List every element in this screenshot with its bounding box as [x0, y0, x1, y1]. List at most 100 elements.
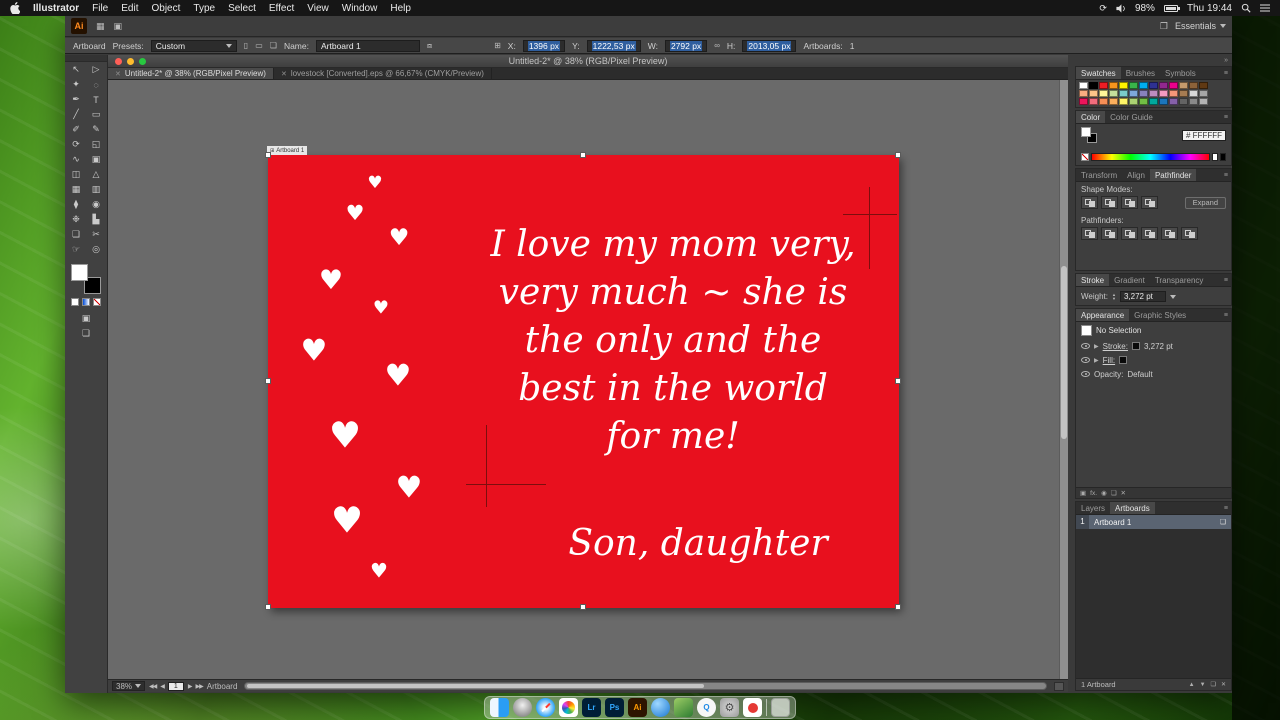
vertical-scrollbar[interactable]	[1059, 80, 1068, 679]
menu-view[interactable]: View	[307, 3, 329, 14]
dock-green-app-icon[interactable]	[674, 698, 693, 717]
weight-field[interactable]: 3,272 pt	[1119, 291, 1166, 302]
artboard-number-field[interactable]: 1	[167, 681, 184, 691]
tab-brushes[interactable]: Brushes	[1121, 67, 1160, 79]
perspective-grid-tool[interactable]: △	[86, 167, 106, 182]
vertical-scrollbar-thumb[interactable]	[1061, 265, 1067, 440]
stroke-color-swatch[interactable]	[1131, 342, 1140, 350]
weight-stepper[interactable]: ▲ ▼	[1112, 292, 1116, 301]
first-artboard-button[interactable]: ◀◀	[149, 683, 157, 690]
color-swatch[interactable]	[1159, 82, 1168, 89]
menu-file[interactable]: File	[92, 3, 108, 14]
tab-pathfinder[interactable]: Pathfinder	[1149, 169, 1197, 181]
volume-icon[interactable]	[1116, 3, 1126, 13]
color-swatch[interactable]	[1119, 98, 1128, 105]
color-swatch[interactable]	[1109, 98, 1118, 105]
blend-tool[interactable]: ◉	[86, 197, 106, 212]
panel-menu-icon[interactable]: ≡	[1221, 67, 1231, 79]
dock-launchpad-icon[interactable]	[513, 698, 532, 717]
last-artboard-button[interactable]: ▶▶	[196, 683, 204, 690]
artboard-tool[interactable]: ❏	[66, 227, 86, 242]
intersect-button[interactable]	[1121, 196, 1138, 209]
selection-handle[interactable]	[895, 152, 901, 158]
chevron-down-icon[interactable]	[1169, 294, 1176, 299]
menu-clock[interactable]: Thu 19:44	[1187, 3, 1232, 14]
document-tab-untitled[interactable]: ✕ Untitled-2* @ 38% (RGB/Pixel Preview)	[108, 68, 274, 79]
color-swatch[interactable]	[1089, 90, 1098, 97]
tab-transform[interactable]: Transform	[1076, 169, 1122, 181]
minus-front-button[interactable]	[1101, 196, 1118, 209]
tab-transparency[interactable]: Transparency	[1150, 274, 1209, 286]
document-tab-lovestock[interactable]: ✕ lovestock [Converted].eps @ 66,67% (CM…	[274, 68, 492, 79]
tab-layers[interactable]: Layers	[1076, 502, 1110, 514]
tab-stroke[interactable]: Stroke	[1076, 274, 1110, 286]
paintbrush-tool[interactable]: ✐	[66, 122, 86, 137]
color-swatch[interactable]	[1189, 98, 1198, 105]
expand-button[interactable]: Expand	[1184, 196, 1226, 209]
color-swatch[interactable]	[1199, 98, 1208, 105]
color-swatch[interactable]	[1149, 90, 1158, 97]
selection-handle[interactable]	[580, 604, 586, 610]
selection-tool[interactable]: ↖	[66, 62, 86, 77]
menu-edit[interactable]: Edit	[121, 3, 138, 14]
new-artboard-icon[interactable]: ❏	[270, 41, 277, 50]
zoom-window-button[interactable]	[139, 58, 146, 65]
menu-object[interactable]: Object	[151, 3, 180, 14]
gradient-tool[interactable]: ▥	[86, 182, 106, 197]
color-swatch[interactable]	[1119, 90, 1128, 97]
workspace-switcher[interactable]: Essentials	[1175, 21, 1226, 31]
screen-mode-button[interactable]: ❏	[82, 326, 90, 341]
pen-tool[interactable]: ✒	[66, 92, 86, 107]
hand-tool[interactable]: ☞	[66, 242, 86, 257]
color-swatch[interactable]	[1159, 90, 1168, 97]
canvas[interactable]: ⊞ Artboard 1 ♥ ♥ ♥ ♥ ♥ ♥ ♥ ♥ ♥ ♥ ♥ I lov…	[108, 80, 1059, 679]
zoom-tool[interactable]: ◎	[86, 242, 106, 257]
collapse-panels-bar[interactable]: »	[1075, 56, 1232, 64]
status-indicator-label[interactable]: Artboard	[207, 682, 238, 691]
landscape-orientation-icon[interactable]: ▭	[255, 41, 263, 50]
dock-system-preferences-icon[interactable]: ⚙	[720, 698, 739, 717]
panel-menu-icon[interactable]: ≡	[1221, 111, 1231, 123]
color-swatch[interactable]	[1079, 98, 1088, 105]
screen-mode-icon[interactable]: ▣	[114, 21, 123, 32]
sync-icon[interactable]: ⟳	[1099, 3, 1107, 14]
scale-tool[interactable]: ◱	[86, 137, 106, 152]
color-swatch[interactable]	[1079, 82, 1088, 89]
color-button[interactable]	[71, 298, 79, 306]
color-swatch[interactable]	[1169, 90, 1178, 97]
color-swatch[interactable]	[1169, 82, 1178, 89]
selection-handle[interactable]	[265, 152, 271, 158]
lasso-tool[interactable]: ◌	[86, 77, 106, 92]
width-tool[interactable]: ∿	[66, 152, 86, 167]
presets-dropdown[interactable]: Custom	[150, 39, 237, 52]
menu-effect[interactable]: Effect	[269, 3, 294, 14]
opacity-value[interactable]: Default	[1127, 370, 1152, 379]
link-dimensions-icon[interactable]: ∞	[714, 41, 720, 50]
expand-row-icon[interactable]: ▶	[1094, 343, 1099, 350]
workspace-grid-icon[interactable]: ❐	[1160, 21, 1168, 32]
color-swatch[interactable]	[1199, 82, 1208, 89]
dock-quicktime-icon[interactable]: Q	[697, 698, 716, 717]
color-swatch[interactable]	[1099, 82, 1108, 89]
artboard-name-tag[interactable]: ⊞ Artboard 1	[267, 146, 308, 155]
new-art-icon[interactable]: ▣	[1080, 489, 1086, 497]
artboard-page-icon[interactable]: ❏	[1220, 518, 1226, 526]
close-tab-icon[interactable]: ✕	[281, 70, 287, 78]
dock-finder-icon[interactable]	[490, 698, 509, 717]
visibility-eye-icon[interactable]	[1081, 371, 1090, 377]
artboard-row-name[interactable]: Artboard 1	[1089, 518, 1131, 527]
mesh-tool[interactable]: ▦	[66, 182, 86, 197]
symbol-sprayer-tool[interactable]: ❉	[66, 212, 86, 227]
color-swatch[interactable]	[1139, 98, 1148, 105]
y-field[interactable]: 1222,53 px	[586, 39, 641, 52]
move-down-icon[interactable]: ▼	[1200, 682, 1206, 688]
color-swatch[interactable]	[1079, 90, 1088, 97]
reference-point-icon[interactable]: ⊞	[494, 41, 501, 50]
resize-corner[interactable]	[1054, 681, 1064, 691]
dock-safari-icon[interactable]	[536, 698, 555, 717]
tab-symbols[interactable]: Symbols	[1160, 67, 1201, 79]
divide-button[interactable]	[1081, 227, 1098, 240]
minus-back-button[interactable]	[1181, 227, 1198, 240]
color-swatch[interactable]	[1139, 90, 1148, 97]
color-swatch[interactable]	[1109, 90, 1118, 97]
